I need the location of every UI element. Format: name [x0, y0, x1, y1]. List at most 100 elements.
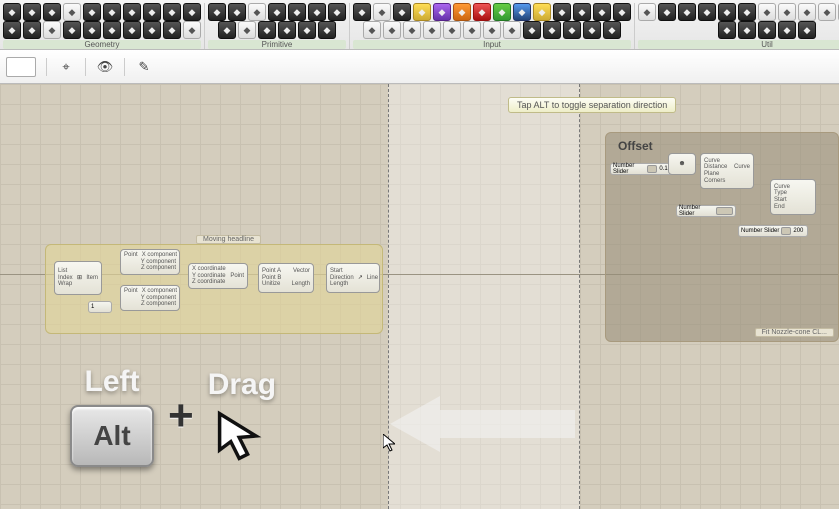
number-slider-2[interactable]: Number Slider [676, 205, 736, 217]
toolbar-button[interactable]: ◆ [493, 3, 511, 21]
node-deconstruct-point-b[interactable]: PointX component Y component Z component [120, 285, 180, 311]
toolbar-button[interactable]: ◆ [798, 3, 816, 21]
toolbar-button[interactable]: ◆ [288, 3, 306, 21]
toolbar-button[interactable]: ◆ [818, 3, 836, 21]
toolbar-button[interactable]: ◆ [473, 3, 491, 21]
toolbar-button[interactable]: ◆ [3, 3, 21, 21]
right-node-group[interactable]: Offset Number Slider 0.15 ⊗ Curve Distan… [605, 132, 839, 342]
toolbar-button[interactable]: ◆ [328, 3, 346, 21]
toolbar-button[interactable]: ◆ [738, 3, 756, 21]
toolbar-button[interactable]: ◆ [678, 3, 696, 21]
value-input[interactable]: 1 [88, 301, 112, 313]
toolbar-button[interactable]: ◆ [638, 3, 656, 21]
toolbar-button[interactable]: ◆ [603, 21, 621, 39]
toolbar-button[interactable]: ◆ [758, 21, 776, 39]
toolbar-button[interactable]: ◆ [43, 3, 61, 21]
visibility-icon[interactable]: 👁 [96, 58, 114, 76]
focus-icon[interactable]: ⌖ [57, 58, 75, 76]
node-extend-curve[interactable]: Curve Type Start End [770, 179, 816, 215]
node-vector-2pt[interactable]: Point AVector Point B UnitizeLength [258, 263, 314, 293]
toolbar-button[interactable]: ◆ [103, 3, 121, 21]
toolbar-button[interactable]: ◆ [413, 3, 431, 21]
toolbar-button[interactable]: ◆ [353, 3, 371, 21]
toolbar-button[interactable]: ◆ [393, 3, 411, 21]
toolbar-button[interactable]: ◆ [103, 21, 121, 39]
toolbar-button[interactable]: ◆ [268, 3, 286, 21]
toolbar-button[interactable]: ◆ [318, 21, 336, 39]
toolbar-button[interactable]: ◆ [278, 21, 296, 39]
toolbar-button[interactable]: ◆ [63, 21, 81, 39]
toolbar-button[interactable]: ◆ [453, 3, 471, 21]
toolbar-button[interactable]: ◆ [553, 3, 571, 21]
left-node-group[interactable]: Moving headline List Index⊞Item Wrap 1 P… [45, 244, 383, 334]
toolbar-button[interactable]: ◆ [563, 21, 581, 39]
node-icon: ↗ [358, 275, 363, 282]
toolbar-button[interactable]: ◆ [423, 21, 441, 39]
zoom-dropdown[interactable] [6, 57, 36, 77]
toolbar-button[interactable]: ◆ [798, 21, 816, 39]
toolbar-button[interactable]: ◆ [23, 3, 41, 21]
toolbar-button[interactable]: ◆ [143, 21, 161, 39]
toolbar-button[interactable]: ◆ [228, 3, 246, 21]
toolbar-button[interactable]: ◆ [778, 3, 796, 21]
toolbar-button[interactable]: ◆ [503, 21, 521, 39]
number-slider-1[interactable]: Number Slider 0.15 [610, 163, 674, 175]
toolbar-button[interactable]: ◆ [3, 21, 21, 39]
toolbar-button[interactable]: ◆ [143, 3, 161, 21]
toolbar-button[interactable]: ◆ [258, 21, 276, 39]
toolbar-button[interactable]: ◆ [433, 3, 451, 21]
toolbar-button[interactable]: ◆ [738, 21, 756, 39]
toolbar-button[interactable]: ◆ [363, 21, 381, 39]
toolbar-button[interactable]: ◆ [83, 3, 101, 21]
toolbar-button[interactable]: ◆ [208, 3, 226, 21]
toolbar-button[interactable]: ◆ [718, 21, 736, 39]
toolbar-button[interactable]: ◆ [43, 21, 61, 39]
toolbar-button[interactable]: ◆ [373, 3, 391, 21]
toolbar-button[interactable]: ◆ [123, 3, 141, 21]
node-line-sdl[interactable]: Start Direction↗Line Length [326, 263, 380, 293]
toolbar-button[interactable]: ◆ [513, 3, 531, 21]
node-construct-point[interactable]: X coordinate Y coordinatePoint Z coordin… [188, 263, 248, 289]
toolbar-button[interactable]: ◆ [573, 3, 591, 21]
toolbar-button[interactable]: ◆ [123, 21, 141, 39]
toolbar-button[interactable]: ◆ [163, 21, 181, 39]
toolbar-button[interactable]: ◆ [238, 21, 256, 39]
toolbar-button[interactable]: ◆ [218, 21, 236, 39]
toolbar-button[interactable]: ◆ [383, 21, 401, 39]
toolbar-button[interactable]: ◆ [163, 3, 181, 21]
toolbar-button[interactable]: ◆ [63, 3, 81, 21]
toolbar-button[interactable]: ◆ [583, 21, 601, 39]
toolbar-button[interactable]: ◆ [183, 21, 201, 39]
node-multiply[interactable]: ⊗ [668, 153, 696, 175]
toolbar-button[interactable]: ◆ [248, 3, 266, 21]
toolbar-button[interactable]: ◆ [533, 3, 551, 21]
toolbar-button[interactable]: ◆ [443, 21, 461, 39]
toolbar-button[interactable]: ◆ [778, 21, 796, 39]
toolbar-button[interactable]: ◆ [183, 3, 201, 21]
toolbar-button[interactable]: ◆ [658, 3, 676, 21]
port: Distance [704, 164, 727, 171]
port: Y coordinate [192, 273, 226, 280]
toolbar-button[interactable]: ◆ [543, 21, 561, 39]
sketch-icon[interactable]: ✎ [135, 58, 153, 76]
toolbar-button[interactable]: ◆ [523, 21, 541, 39]
toolbar-button[interactable]: ◆ [718, 3, 736, 21]
node-offset-curve[interactable]: Curve DistanceCurve Plane Corners [700, 153, 754, 189]
toolbar-button[interactable]: ◆ [698, 3, 716, 21]
toolbar-button[interactable]: ◆ [613, 3, 631, 21]
toolbar-button[interactable]: ◆ [758, 3, 776, 21]
toolbar-button[interactable]: ◆ [298, 21, 316, 39]
node-deconstruct-point-a[interactable]: PointX component Y component Z component [120, 249, 180, 275]
number-slider-3[interactable]: Number Slider 200 [738, 225, 808, 237]
toolbar-button[interactable]: ◆ [593, 3, 611, 21]
toolbar-button[interactable]: ◆ [83, 21, 101, 39]
toolbar-button[interactable]: ◆ [483, 21, 501, 39]
toolbar-button[interactable]: ◆ [308, 3, 326, 21]
canvas[interactable]: Tap ALT to toggle separation direction M… [0, 84, 839, 509]
toolbar-button[interactable]: ◆ [463, 21, 481, 39]
toolbar-button[interactable]: ◆ [403, 21, 421, 39]
node-list-item[interactable]: List Index⊞Item Wrap [54, 261, 102, 295]
toolbar-button[interactable]: ◆ [23, 21, 41, 39]
left-label: Left [85, 365, 140, 399]
port: Direction [330, 275, 354, 282]
